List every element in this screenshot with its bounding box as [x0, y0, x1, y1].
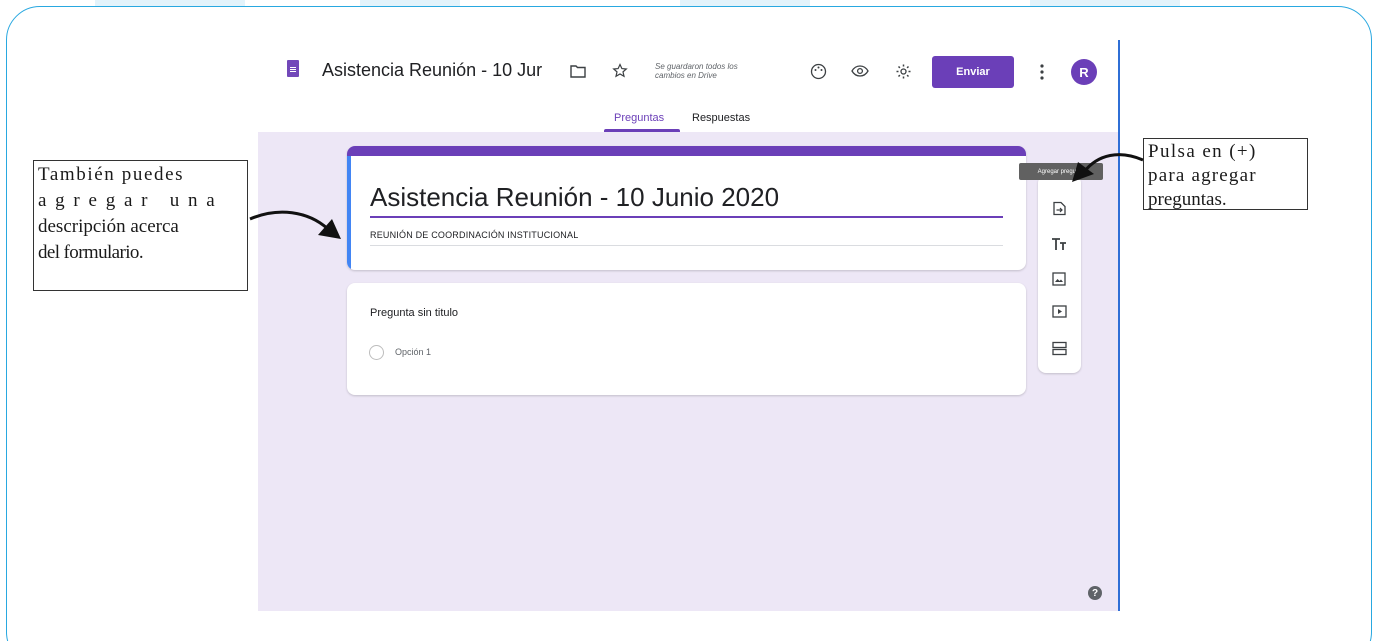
folder-icon[interactable] [568, 61, 588, 81]
video-icon[interactable] [1046, 298, 1072, 324]
question-title[interactable]: Pregunta sin titulo [370, 307, 458, 319]
form-title[interactable]: Asistencia Reunión - 10 Junio 2020 [370, 182, 779, 213]
callout-line: a g r e g a r u n a [38, 190, 217, 211]
form-description[interactable]: REUNIÓN DE COORDINACIÓN INSTITUCIONAL [370, 230, 578, 240]
more-vert-icon[interactable] [1034, 61, 1050, 83]
radio-option-circle[interactable] [369, 345, 384, 360]
callout-description-tip: También puedes a g r e g a r u n a descr… [33, 160, 248, 291]
header-color-bar [347, 146, 1026, 156]
section-icon[interactable] [1046, 335, 1072, 361]
save-status: Se guardaron todos los cambios en Drive [655, 62, 738, 80]
selected-card-indicator [347, 156, 351, 270]
star-icon[interactable] [610, 61, 630, 81]
settings-gear-icon[interactable] [893, 61, 913, 81]
active-tab-indicator [604, 129, 680, 132]
forms-logo-icon[interactable] [287, 60, 299, 77]
document-title[interactable]: Asistencia Reunión - 10 Jur [322, 60, 542, 81]
callout-line: descripción acerca [38, 216, 179, 237]
palette-icon[interactable] [808, 61, 828, 81]
question-card[interactable]: Pregunta sin titulo Opción 1 [347, 283, 1026, 395]
description-underline [370, 245, 1003, 246]
callout-line: También puedes [38, 164, 185, 185]
window-edge [1118, 40, 1120, 611]
option-label[interactable]: Opción 1 [395, 347, 431, 357]
help-icon[interactable]: ? [1088, 586, 1102, 600]
arrow-to-add-question [1072, 153, 1144, 182]
tab-responses[interactable]: Respuestas [692, 112, 750, 124]
callout-add-question-tip: Pulsa en (+) para agregar preguntas. [1143, 138, 1308, 210]
image-icon[interactable] [1046, 266, 1072, 292]
tab-questions[interactable]: Preguntas [614, 112, 664, 124]
form-header-card[interactable]: Asistencia Reunión - 10 Junio 2020 REUNI… [347, 146, 1026, 270]
preview-eye-icon[interactable] [850, 61, 870, 81]
title-text-icon[interactable] [1046, 231, 1072, 257]
import-questions-icon[interactable] [1046, 195, 1072, 221]
callout-line: preguntas. [1148, 189, 1227, 210]
arrow-to-description [249, 210, 341, 239]
account-avatar[interactable]: R [1071, 59, 1097, 85]
callout-line: Pulsa en (+) [1148, 141, 1257, 162]
title-underline [370, 216, 1003, 218]
callout-line: del formulario. [38, 242, 144, 263]
callout-line: para agregar [1148, 165, 1257, 186]
send-button[interactable]: Enviar [932, 56, 1014, 88]
